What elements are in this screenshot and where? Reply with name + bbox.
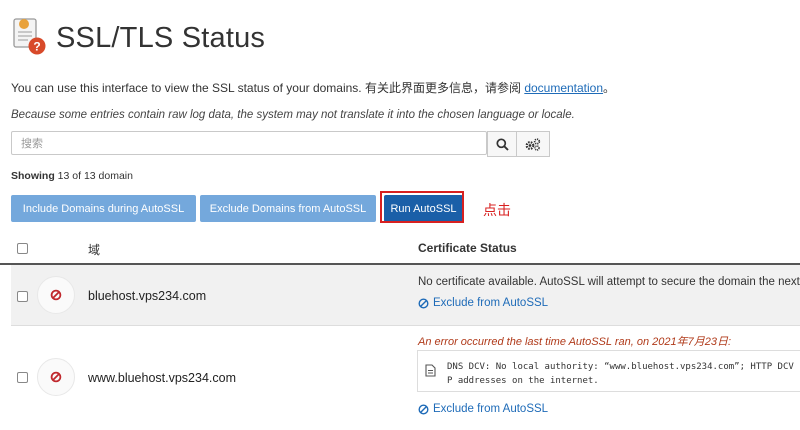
exclude-from-autossl-link[interactable]: Exclude from AutoSSL (418, 403, 548, 415)
showing-text: 13 of 13 domain (54, 170, 133, 182)
exclude-link-label: Exclude from AutoSSL (433, 297, 549, 309)
domain-name: www.bluehost.vps234.com (88, 371, 236, 385)
log-line: P addresses on the internet. (447, 376, 599, 386)
domain-name: bluehost.vps234.com (88, 289, 207, 303)
exclude-from-autossl-link[interactable]: Exclude from AutoSSL (418, 297, 548, 309)
table-header (0, 233, 800, 265)
search-button[interactable] (487, 131, 517, 157)
column-header-domain[interactable]: 域 (88, 241, 100, 258)
showing-label: Showing (11, 170, 55, 182)
intro-body: You can use this interface to view the S… (11, 81, 525, 95)
status-error-icon (37, 358, 75, 396)
ban-icon (418, 297, 429, 309)
exclude-link-label: Exclude from AutoSSL (433, 403, 549, 415)
click-annotation: 点击 (483, 202, 511, 218)
log-text: DNS DCV: No local authority: “www.blueho… (447, 360, 800, 388)
select-all-checkbox[interactable] (17, 243, 28, 254)
showing-count: Showing 13 of 13 domain (11, 170, 133, 182)
intro-text: You can use this interface to view the S… (11, 79, 615, 96)
page-title: SSL/TLS Status (56, 22, 266, 54)
ban-icon (418, 403, 429, 415)
intro-suffix: 。 (603, 81, 616, 95)
log-line: DNS DCV: No local authority: “www.blueho… (447, 362, 794, 372)
status-error-icon (37, 276, 75, 314)
certificate-status-text: No certificate available. AutoSSL will a… (418, 276, 800, 288)
search-input[interactable]: 搜索 (11, 131, 487, 155)
settings-button[interactable] (517, 131, 550, 157)
certificate-warning-icon: ? (11, 16, 47, 56)
row-checkbox[interactable] (17, 291, 28, 302)
row-divider (11, 325, 800, 326)
search-icon (495, 137, 509, 151)
column-header-certificate-status[interactable]: Certificate Status (418, 241, 517, 255)
include-domains-button[interactable]: Include Domains during AutoSSL (11, 195, 196, 222)
documentation-link[interactable]: documentation (524, 81, 603, 95)
row-checkbox[interactable] (17, 372, 28, 383)
highlight-box (380, 191, 464, 223)
autossl-error-message: An error occurred the last time AutoSSL … (418, 336, 732, 348)
svg-text:?: ? (33, 40, 40, 54)
log-file-icon (425, 364, 436, 382)
exclude-domains-button[interactable]: Exclude Domains from AutoSSL (200, 195, 376, 222)
raw-log-note: Because some entries contain raw log dat… (11, 109, 575, 121)
gears-icon (525, 137, 541, 151)
